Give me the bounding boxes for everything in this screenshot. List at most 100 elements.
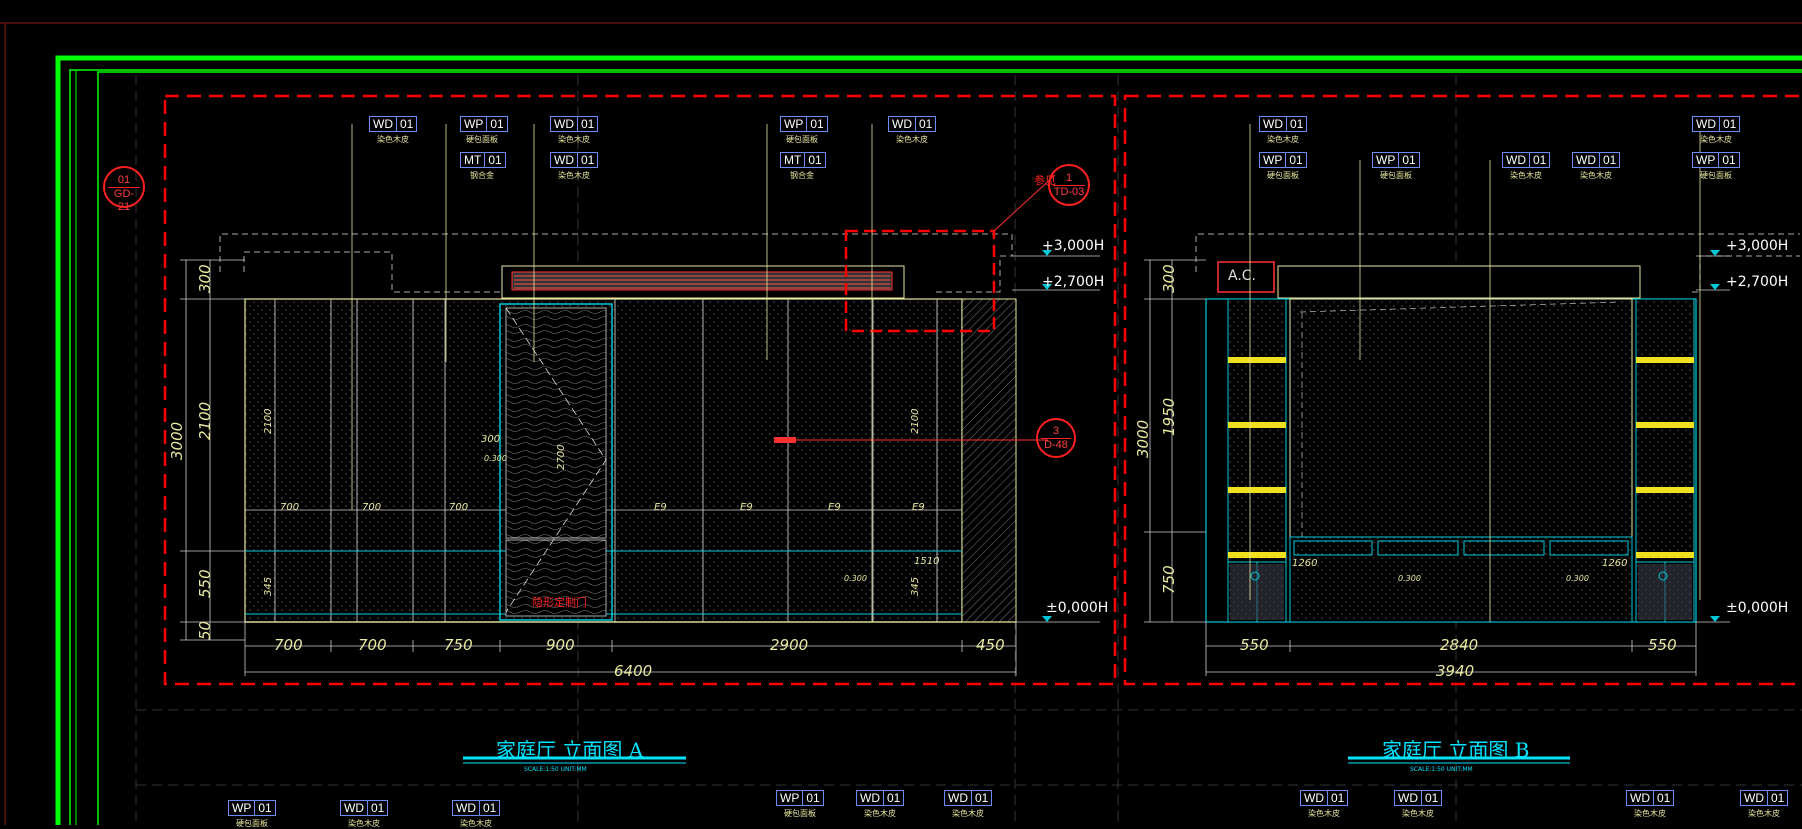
tag-num: 01 xyxy=(1421,791,1441,805)
tag-code: WD xyxy=(373,117,393,131)
material-tag[interactable]: MT 01 xyxy=(460,152,506,168)
section-bubble[interactable]: 3 D-48 xyxy=(1036,418,1076,458)
tag-num: 01 xyxy=(1767,791,1787,805)
tag-num: 01 xyxy=(915,117,935,131)
tag-code: WD xyxy=(344,801,364,815)
material-tag[interactable]: WD 01 xyxy=(1740,790,1789,806)
dimension-label: E9 xyxy=(912,502,925,513)
callout-note: 参见 xyxy=(1034,174,1056,187)
material-tag[interactable]: WD 01 xyxy=(1502,152,1551,168)
dimension-label: 1260 xyxy=(1292,558,1318,569)
tag-code: WP xyxy=(1376,153,1396,167)
tag-num: 01 xyxy=(971,791,991,805)
dimension-label: 550 xyxy=(196,569,214,598)
dimension-label: 2700 xyxy=(556,444,567,470)
dimension-label: 3000 xyxy=(1134,419,1152,458)
material-tag[interactable]: WP 01 xyxy=(1259,152,1307,168)
switch-label: 0.300 xyxy=(844,574,867,583)
switch-label: 0.300 xyxy=(484,454,507,463)
tag-num: 01 xyxy=(577,117,597,131)
drawing-scale-b: SCALE:1:50 UNIT:MM xyxy=(1410,766,1473,773)
tag-code: WD xyxy=(554,117,574,131)
material-tag[interactable]: WD 01 xyxy=(1394,790,1443,806)
tag-num: 01 xyxy=(367,801,387,815)
tag-desc: 染色木皮 xyxy=(1700,135,1732,144)
bubble-top-text: 3 xyxy=(1052,425,1060,437)
ac-unit-label: A.C. xyxy=(1228,268,1257,284)
dimension-label: 900 xyxy=(546,636,575,654)
drawing-title-b: 家庭厅 立面图 B xyxy=(1382,738,1530,762)
tag-num: 01 xyxy=(1398,153,1418,167)
bubble-bottom-text: GD-21 xyxy=(108,187,140,214)
material-tag[interactable]: WD 01 xyxy=(1300,790,1349,806)
bubble-bottom-text: TD-03 xyxy=(1053,185,1085,198)
switch-label: 0.300 xyxy=(1398,574,1421,583)
material-tag[interactable]: WP 01 xyxy=(460,116,508,132)
tag-num: 01 xyxy=(577,153,597,167)
tag-code: MT xyxy=(784,153,802,167)
material-tag[interactable]: WP 01 xyxy=(1372,152,1420,168)
dimension-label: 3000 xyxy=(168,421,186,460)
tag-code: WD xyxy=(554,153,574,167)
dimension-label: 700 xyxy=(362,502,382,513)
level-label: ±0,000H xyxy=(1046,600,1109,616)
tag-desc: 钢合金 xyxy=(790,171,814,180)
material-tag[interactable]: WD 01 xyxy=(1692,116,1741,132)
material-tag[interactable]: WP 01 xyxy=(780,116,828,132)
switch-label: 0.300 xyxy=(1566,574,1589,583)
tag-code: WD xyxy=(1576,153,1596,167)
tag-code: WD xyxy=(1696,117,1716,131)
material-tag[interactable]: WP 01 xyxy=(776,790,824,806)
detail-bubble-left[interactable]: 01 GD-21 xyxy=(103,166,145,213)
material-tag[interactable]: WD 01 xyxy=(340,800,389,816)
tag-code: WD xyxy=(1630,791,1650,805)
material-tag[interactable]: WD 01 xyxy=(888,116,937,132)
material-tag[interactable]: WD 01 xyxy=(1259,116,1308,132)
material-tag[interactable]: WD 01 xyxy=(550,116,599,132)
dimension-label: 345 xyxy=(910,576,921,596)
dimension-label: 750 xyxy=(444,636,473,654)
tag-desc: 染色木皮 xyxy=(1510,171,1542,180)
material-tag[interactable]: WD 01 xyxy=(369,116,418,132)
dimension-label: 700 xyxy=(449,502,469,513)
material-tag[interactable]: WD 01 xyxy=(856,790,905,806)
tag-desc: 染色木皮 xyxy=(1267,135,1299,144)
elevation-b xyxy=(1144,124,1800,676)
tag-desc: 染色木皮 xyxy=(1308,809,1340,818)
tag-desc: 硬包面板 xyxy=(1267,171,1299,180)
tag-desc: 染色木皮 xyxy=(348,819,380,828)
dimension-label: 345 xyxy=(263,576,274,596)
material-tag[interactable]: WP 01 xyxy=(228,800,276,816)
tag-desc: 染色木皮 xyxy=(864,809,896,818)
tag-desc: 钢合金 xyxy=(470,171,494,180)
material-tag[interactable]: WD 01 xyxy=(550,152,599,168)
tag-num: 01 xyxy=(802,791,822,805)
level-label: +3,000H xyxy=(1726,238,1789,254)
tag-num: 01 xyxy=(883,791,903,805)
tag-code: WP xyxy=(780,791,800,805)
material-tag[interactable]: WD 01 xyxy=(1626,790,1675,806)
drawing-title-a: 家庭厅 立面图 A xyxy=(496,738,644,762)
tag-code: MT xyxy=(464,153,482,167)
material-tag[interactable]: WD 01 xyxy=(1572,152,1621,168)
dimension-label: 2840 xyxy=(1440,636,1479,654)
tag-num: 01 xyxy=(396,117,416,131)
tag-code: WD xyxy=(1398,791,1418,805)
dimension-label: 2100 xyxy=(910,408,921,434)
tag-code: WD xyxy=(860,791,880,805)
tag-num: 01 xyxy=(1599,153,1619,167)
tag-code: WD xyxy=(948,791,968,805)
drawing-scale-a: SCALE:1:50 UNIT:MM xyxy=(524,766,587,773)
material-tag[interactable]: WP 01 xyxy=(1692,152,1740,168)
tag-desc: 染色木皮 xyxy=(952,809,984,818)
material-tag[interactable]: WD 01 xyxy=(944,790,993,806)
elevation-a xyxy=(180,124,1100,676)
dimension-label: 1950 xyxy=(1160,397,1178,436)
dimension-label: 50 xyxy=(196,620,214,640)
dimension-label: 2100 xyxy=(196,401,214,440)
material-tag[interactable]: WD 01 xyxy=(452,800,501,816)
tag-num: 01 xyxy=(486,117,506,131)
material-tag[interactable]: MT 01 xyxy=(780,152,826,168)
tag-num: 01 xyxy=(1719,117,1739,131)
total-dimension-label: 3940 xyxy=(1436,662,1475,680)
